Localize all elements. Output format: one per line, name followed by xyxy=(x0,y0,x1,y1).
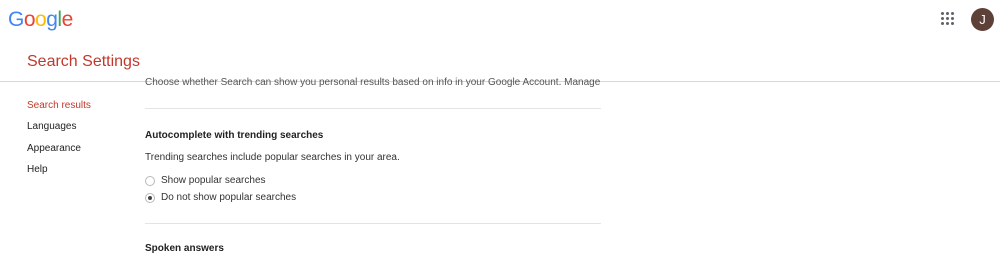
section-divider xyxy=(145,223,601,224)
radio-button-unchecked[interactable] xyxy=(145,176,155,186)
autocomplete-description: Trending searches include popular search… xyxy=(145,152,400,163)
logo-letter: g xyxy=(46,8,58,31)
radio-label: Show popular searches xyxy=(161,175,266,186)
section-divider xyxy=(145,108,601,109)
apps-dot xyxy=(951,12,954,15)
apps-dot xyxy=(946,12,949,15)
personal-results-text: Choose whether Search can show you perso… xyxy=(145,77,562,88)
radio-button-checked[interactable] xyxy=(145,193,155,203)
manage-link[interactable]: Manage xyxy=(564,77,600,88)
apps-dot xyxy=(951,17,954,20)
logo-letter: o xyxy=(35,8,47,31)
logo-letter: G xyxy=(8,8,24,31)
apps-dot xyxy=(951,22,954,25)
apps-grid-icon[interactable] xyxy=(941,12,955,26)
sidebar-nav: Search results Languages Appearance Help xyxy=(27,100,91,185)
autocomplete-section-title: Autocomplete with trending searches xyxy=(145,130,324,141)
sidebar-item-languages[interactable]: Languages xyxy=(27,121,91,133)
account-avatar[interactable]: J xyxy=(971,8,994,31)
apps-dot xyxy=(941,22,944,25)
radio-do-not-show-popular-searches[interactable]: Do not show popular searches xyxy=(145,192,296,204)
logo-letter: o xyxy=(23,8,36,31)
apps-dot xyxy=(941,17,944,20)
page-title: Search Settings xyxy=(27,53,140,70)
logo-letter: e xyxy=(61,8,74,31)
apps-dot xyxy=(941,12,944,15)
personal-results-description: Choose whether Search can show you perso… xyxy=(145,77,600,89)
radio-show-popular-searches[interactable]: Show popular searches xyxy=(145,175,266,187)
sidebar-item-search-results[interactable]: Search results xyxy=(27,100,91,112)
sidebar-item-appearance[interactable]: Appearance xyxy=(27,143,91,155)
sidebar-item-help[interactable]: Help xyxy=(27,164,91,176)
apps-dot xyxy=(946,17,949,20)
radio-label: Do not show popular searches xyxy=(161,192,297,203)
spoken-answers-section-title: Spoken answers xyxy=(145,243,224,254)
apps-dot xyxy=(946,22,949,25)
google-logo[interactable]: Google xyxy=(8,7,73,33)
